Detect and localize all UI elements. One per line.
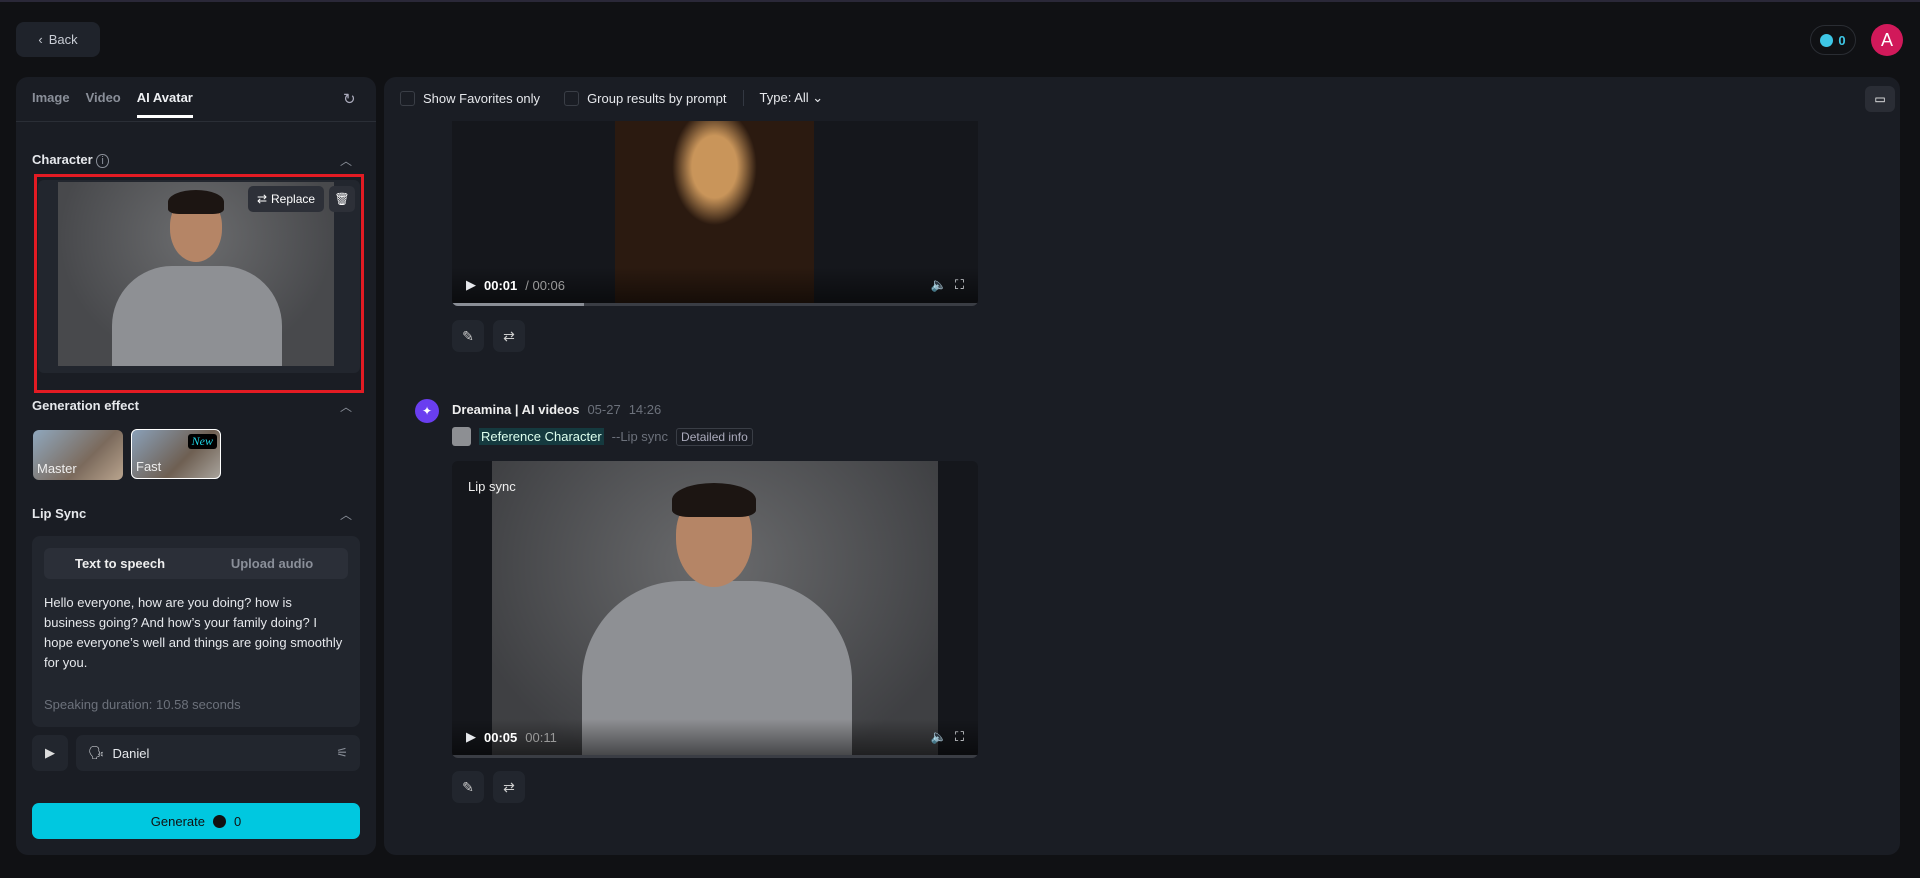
divider [16,121,376,122]
credit-icon [212,814,226,828]
preview-play-button[interactable]: ▶ [32,735,68,771]
chevron-left-icon: ‹ [38,32,43,47]
top-border [0,0,1920,2]
pencil-icon: ✎ [462,778,474,795]
fullscreen-icon[interactable]: ⛶ [955,277,964,293]
new-badge: New [187,434,217,449]
fullscreen-icon[interactable]: ⛶ [955,729,964,745]
volume-icon[interactable]: 🔈 [931,277,947,293]
credit-icon [1820,33,1834,47]
progress-bar[interactable] [452,755,978,758]
edit-button[interactable]: ✎ [452,771,484,803]
detailed-info-button[interactable]: Detailed info [676,427,753,446]
reference-character-tag[interactable]: Reference Character [479,428,604,445]
generation-effect-title: Generation effect [32,398,139,413]
highlight-box [34,174,364,393]
video-player-1[interactable]: ▶ 00:01/ 00:06 🔈 ⛶ [452,121,978,306]
tab-image[interactable]: Image [32,90,70,118]
video-player-2[interactable]: Lip sync ▶ 00:05 00:11 🔈 ⛶ [452,461,978,758]
tab-text-to-speech[interactable]: Text to speech [44,556,196,571]
result-meta: Dreamina | AI videos 05-27 14:26 [452,402,662,417]
tab-ai-avatar[interactable]: AI Avatar [136,90,193,118]
video-thumbnail [492,461,938,755]
type-filter-dropdown[interactable]: Type: All ⌄ [760,90,824,106]
folder-icon: ▭ [1874,92,1886,106]
lip-sync-title: Lip Sync [32,506,87,521]
character-title: Character i [32,152,109,168]
effect-master[interactable]: Master [33,430,123,480]
info-icon[interactable]: i [96,154,109,168]
regenerate-button[interactable]: ⇄ [493,320,525,352]
volume-icon[interactable]: 🔈 [931,729,947,745]
folder-button[interactable]: ▭ [1865,86,1895,112]
play-icon[interactable]: ▶ [466,729,476,745]
group-checkbox[interactable] [564,90,580,106]
effect-fast[interactable]: New Fast [131,429,221,479]
sliders-icon[interactable]: ⚟ [336,745,348,761]
edit-button[interactable]: ✎ [452,320,484,352]
favorites-checkbox[interactable] [400,90,415,106]
tab-upload-audio[interactable]: Upload audio [196,556,348,571]
play-icon[interactable]: ▶ [466,277,476,293]
speaker-head-icon: 🗣 [88,745,105,760]
progress-bar[interactable] [452,303,978,306]
lip-sync-mode: Text to speech Upload audio [44,548,348,579]
reference-thumbnail [452,427,471,446]
speaking-duration: Speaking duration: 10.58 seconds [44,697,241,712]
dreamina-logo-icon: ✦ [415,399,439,423]
mode-tabs: Image Video AI Avatar [32,90,193,118]
pencil-icon: ✎ [462,327,474,344]
reset-icon[interactable]: ↻ [343,90,356,108]
credits-badge[interactable]: 0 [1810,25,1856,55]
collapse-character-icon[interactable]: ︿ [340,152,352,169]
results-toolbar: Show Favorites only Group results by pro… [400,90,823,106]
generate-button[interactable]: Generate 0 [32,803,360,839]
collapse-lipsync-icon[interactable]: ︿ [340,506,352,523]
repeat-icon: ⇄ [503,778,515,795]
back-button[interactable]: ‹ Back [16,22,100,57]
play-icon: ▶ [45,745,55,760]
collapse-effect-icon[interactable]: ︿ [340,398,352,415]
tab-video[interactable]: Video [86,90,121,118]
prompt-line: Reference Character --Lip sync Detailed … [452,427,753,446]
regenerate-button[interactable]: ⇄ [493,771,525,803]
script-textarea[interactable]: Hello everyone, how are you doing? how i… [44,593,344,673]
repeat-icon: ⇄ [503,327,515,344]
user-avatar[interactable]: A [1871,24,1903,56]
voice-selector[interactable]: 🗣 Daniel ⚟ [76,735,360,771]
